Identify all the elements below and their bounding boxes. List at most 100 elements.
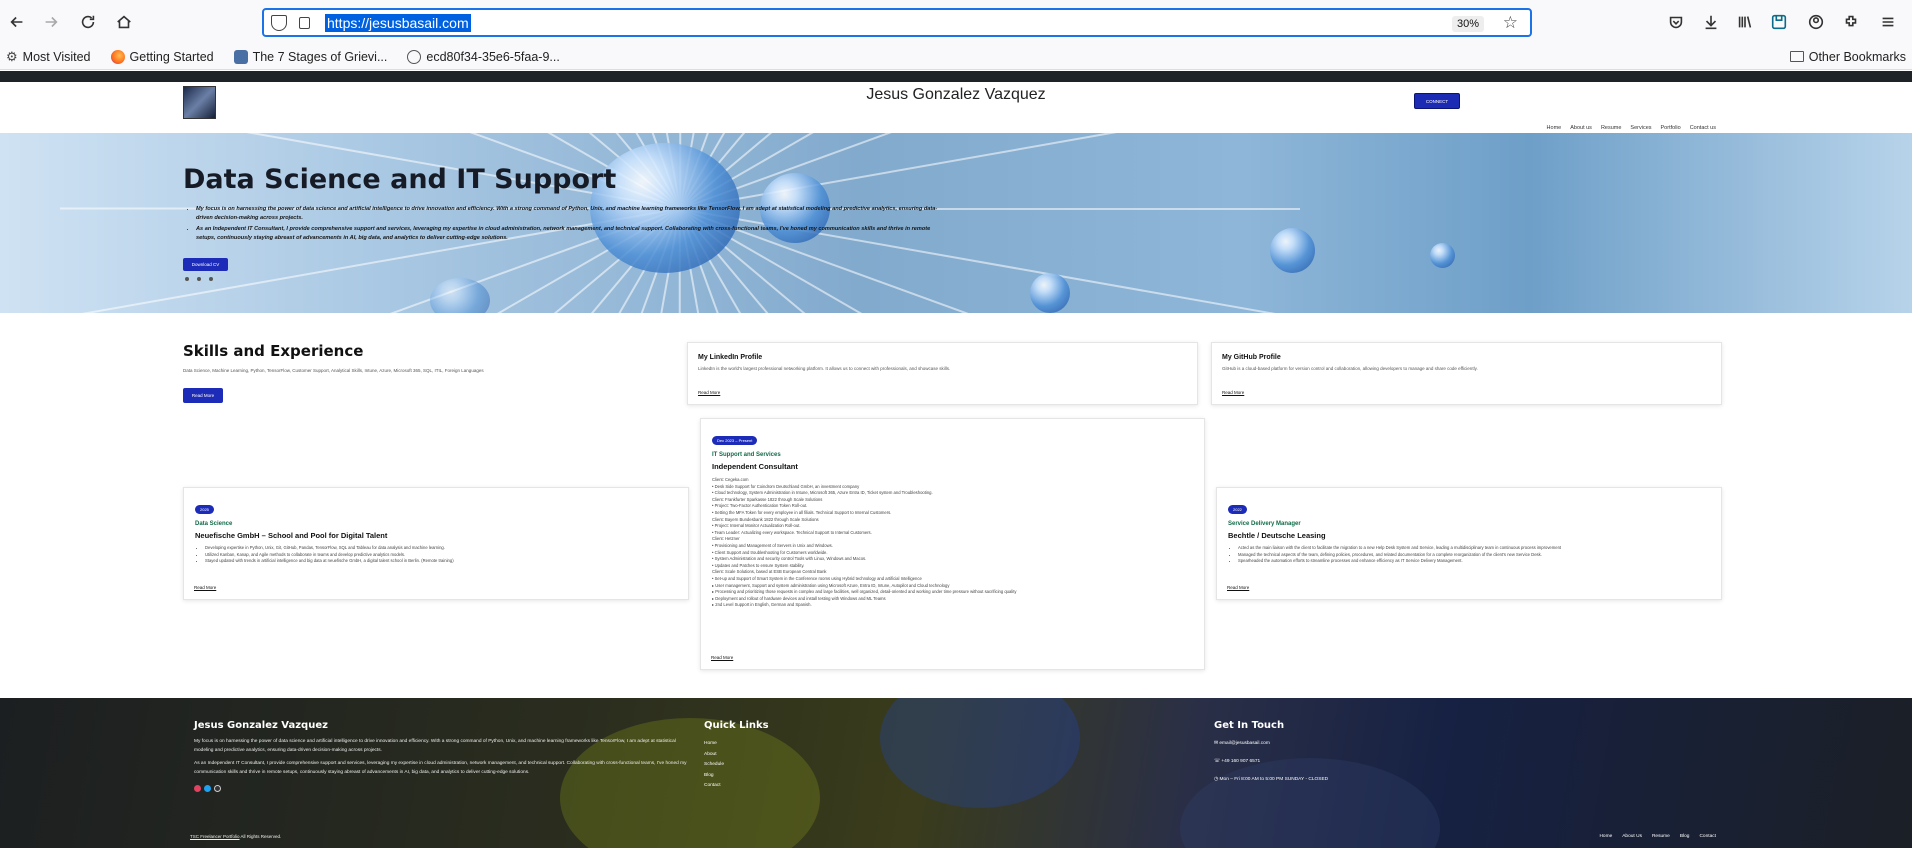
- home-icon[interactable]: [110, 8, 138, 36]
- experience-details: Client: Cegeka.com • Desk Side Support f…: [712, 477, 1193, 609]
- globe-icon: [407, 49, 422, 64]
- footer-contact: Get In Touch ✉ email@jesusbasail.com ☏ +…: [1214, 720, 1514, 789]
- skills-read-more-button[interactable]: Read More: [183, 388, 223, 403]
- experience-card-independent: Dec 2023 – Present IT Support and Servic…: [700, 418, 1205, 670]
- github-icon[interactable]: [214, 785, 221, 792]
- hero-bubble: [1030, 273, 1070, 313]
- nav-portfolio[interactable]: Portfolio: [1661, 125, 1681, 131]
- copyright-link[interactable]: TSC Freelancer Portfolio: [190, 834, 240, 839]
- footer-quick-links: Quick Links Home About Schedule Blog Con…: [704, 720, 904, 792]
- footer-link-contact[interactable]: Contact: [704, 781, 904, 792]
- contact-email[interactable]: email@jesusbasail.com: [1219, 741, 1269, 746]
- footer-link-blog[interactable]: Blog: [704, 771, 904, 782]
- instagram-icon[interactable]: [194, 785, 201, 792]
- footer-nav: Home About Us Resume Blog Contact: [1599, 834, 1716, 839]
- zoom-level[interactable]: 30%: [1451, 16, 1484, 32]
- firefox-icon: [110, 49, 125, 64]
- social-links: [194, 785, 694, 792]
- slider-dot[interactable]: [185, 277, 189, 281]
- bookmark-7-stages[interactable]: The 7 Stages of Grievi...: [233, 49, 387, 64]
- nav-services[interactable]: Services: [1630, 125, 1651, 131]
- experience-read-more[interactable]: Read More: [1227, 585, 1249, 590]
- forward-icon[interactable]: [37, 8, 65, 36]
- hero-bullet: My focus is on harnessing the power of d…: [196, 205, 946, 223]
- footer-link-about[interactable]: About: [704, 750, 904, 761]
- hero-bullet: As an Independent IT Consultant, I provi…: [196, 225, 946, 243]
- hero-bubble: [1430, 243, 1455, 268]
- experience-company: Neuefische GmbH – School and Pool for Di…: [195, 531, 388, 540]
- site-footer: Jesus Gonzalez Vazquez My focus is on ha…: [0, 698, 1912, 848]
- contact-email-row[interactable]: ✉ email@jesusbasail.com: [1214, 735, 1514, 753]
- list-item: Utilized Kanban, Kanap, and Agile method…: [205, 552, 677, 559]
- get-in-touch-title: Get In Touch: [1214, 720, 1285, 731]
- detail-line: ▸ Deployment and rollout of hardware dev…: [712, 595, 886, 601]
- contact-phone[interactable]: +49 160 907 6571: [1221, 759, 1260, 764]
- nav-resume[interactable]: Resume: [1601, 125, 1621, 131]
- experience-company: Independent Consultant: [712, 462, 798, 471]
- footer-nav-contact[interactable]: Contact: [1699, 834, 1716, 839]
- pocket-icon[interactable]: [1662, 8, 1690, 36]
- connect-button[interactable]: CONNECT: [1414, 93, 1460, 109]
- site-header: Jesus Gonzalez Vazquez CONNECT Home Abou…: [0, 82, 1912, 133]
- footer-nav-home[interactable]: Home: [1599, 834, 1612, 839]
- bookmark-getting-started[interactable]: Getting Started: [110, 49, 214, 64]
- detail-line: ▸ User management, Support and system ad…: [712, 582, 950, 588]
- linkedin-read-more[interactable]: Read More: [698, 390, 720, 395]
- footer-link-schedule[interactable]: Schedule: [704, 760, 904, 771]
- bookmark-most-visited[interactable]: ⚙ Most Visited: [6, 49, 91, 65]
- site-name: Jesus Gonzalez Vazquez: [866, 86, 1046, 103]
- downloads-icon[interactable]: [1697, 8, 1725, 36]
- bookmark-ecd80f34[interactable]: ecd80f34-35e6-5faa-9...: [407, 49, 560, 64]
- shield-icon[interactable]: [271, 14, 287, 31]
- footer-nav-resume[interactable]: Resume: [1652, 834, 1670, 839]
- download-cv-button[interactable]: Download CV: [183, 258, 228, 271]
- detail-line: • Client Support and troubleshooting for…: [712, 549, 828, 555]
- back-icon[interactable]: [3, 8, 31, 36]
- footer-nav-about-us[interactable]: About Us: [1622, 834, 1642, 839]
- bookmark-label: Getting Started: [129, 49, 214, 64]
- contact-phone-row[interactable]: ☏ +49 160 907 6571: [1214, 753, 1514, 771]
- bookmark-star-icon[interactable]: ☆: [1503, 13, 1518, 33]
- url-bar[interactable]: https://jesusbasail.com 30% ☆: [262, 8, 1532, 37]
- experience-role: Data Science: [195, 521, 233, 527]
- save-extension-icon[interactable]: [1765, 8, 1793, 36]
- experience-read-more[interactable]: Read More: [194, 585, 216, 590]
- experience-date-badge: Dec 2023 – Present: [712, 436, 758, 445]
- list-item: Developing expertise in Python, Unix, Gi…: [205, 545, 677, 552]
- experience-read-more[interactable]: Read More: [711, 655, 733, 660]
- nav-about-us[interactable]: About us: [1570, 125, 1592, 131]
- bookmark-label: Most Visited: [22, 49, 91, 64]
- folder-icon: [1789, 51, 1804, 62]
- list-item: Stayed updated with trends in artificial…: [205, 558, 677, 565]
- bookmarks-bar: ⚙ Most Visited Getting Started The 7 Sta…: [0, 44, 1912, 70]
- extensions-icon[interactable]: [1837, 8, 1865, 36]
- github-read-more[interactable]: Read More: [1222, 390, 1244, 395]
- github-card: My GitHub Profile GitHub is a cloud-base…: [1211, 342, 1722, 405]
- nav-contact-us[interactable]: Contact us: [1690, 125, 1716, 131]
- account-icon[interactable]: [1802, 8, 1830, 36]
- other-bookmarks[interactable]: Other Bookmarks: [1789, 50, 1906, 64]
- footer-background: [880, 698, 1080, 808]
- hero-light-ray: [679, 133, 1156, 210]
- hero-title: Data Science and IT Support: [183, 164, 617, 195]
- reload-icon[interactable]: [74, 8, 102, 36]
- list-item: Acted as the main liaison with the clien…: [1238, 545, 1710, 552]
- slider-dot[interactable]: [209, 277, 213, 281]
- list-item: Managed the technical aspects of the tea…: [1238, 552, 1710, 559]
- slider-dots: [185, 277, 213, 281]
- menu-icon[interactable]: [1874, 8, 1902, 36]
- experience-role: Service Delivery Manager: [1228, 521, 1301, 527]
- footer-link-home[interactable]: Home: [704, 739, 904, 750]
- footer-about-paragraph: As an Independent IT Consultant, I provi…: [194, 761, 687, 775]
- detail-line: ▸ 2nd Level Support in English, German a…: [712, 602, 812, 608]
- library-icon[interactable]: [1731, 8, 1759, 36]
- nav-home[interactable]: Home: [1547, 125, 1562, 131]
- hero-bubble: [1270, 228, 1315, 273]
- twitter-icon[interactable]: [204, 785, 211, 792]
- bookmark-label: ecd80f34-35e6-5faa-9...: [426, 49, 560, 64]
- slider-dot[interactable]: [197, 277, 201, 281]
- lock-icon[interactable]: [299, 16, 310, 29]
- detail-line: ▸ Processing and prioritizing those requ…: [712, 589, 1017, 595]
- url-text[interactable]: https://jesusbasail.com: [325, 13, 471, 32]
- footer-nav-blog[interactable]: Blog: [1680, 834, 1690, 839]
